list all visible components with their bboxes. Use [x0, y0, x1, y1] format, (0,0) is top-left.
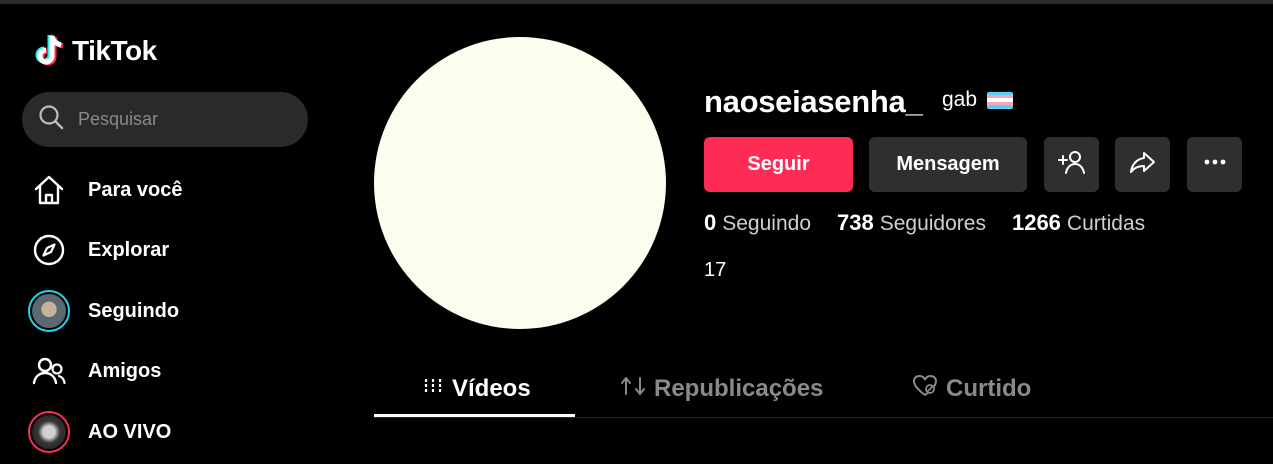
grid-icon [422, 375, 444, 404]
window-top-border [0, 0, 1273, 4]
profile-stats: 0 Seguindo 738 Seguidores 1266 Curtidas [704, 210, 1145, 236]
sidebar-item-seguindo[interactable]: Seguindo [28, 289, 308, 333]
search-bar[interactable] [22, 92, 308, 147]
more-options-button[interactable] [1187, 137, 1242, 192]
tab-label: Curtido [946, 375, 1032, 402]
sidebar-item-label: Seguindo [88, 299, 180, 322]
following-stat[interactable]: 0 Seguindo [704, 210, 811, 236]
nickname-text: gab [942, 88, 978, 111]
sidebar-item-ao-vivo[interactable]: AO VIVO [28, 410, 308, 454]
tab-label: Vídeos [452, 375, 531, 402]
share-icon [1128, 147, 1158, 183]
likes-count: 1266 [1011, 210, 1061, 235]
followers-label: Seguidores [879, 212, 986, 235]
following-label: Seguindo [722, 212, 811, 235]
live-avatar [28, 411, 70, 453]
sidebar-item-label: Explorar [88, 238, 170, 261]
profile-nickname: gab [942, 88, 1014, 112]
compass-icon [28, 229, 70, 271]
likes-stat: 1266 Curtidas [1012, 210, 1145, 236]
sidebar-item-label: Amigos [88, 359, 162, 382]
tiktok-note-icon [32, 32, 68, 70]
active-tab-indicator [374, 414, 575, 417]
tiktok-logo[interactable]: TikTok [32, 32, 157, 70]
following-count: 0 [704, 210, 717, 235]
heart-hidden-icon [912, 374, 938, 405]
friends-icon [28, 350, 70, 392]
add-user-icon [1057, 147, 1087, 183]
repost-icon [620, 374, 646, 405]
profile-username: naoseiasenha_ [704, 84, 923, 119]
share-button[interactable] [1115, 137, 1170, 192]
tab-videos[interactable]: Vídeos [422, 360, 531, 418]
logo-text: TikTok [72, 35, 157, 66]
trans-flag-emoji [987, 91, 1014, 109]
sidebar-item-label: AO VIVO [88, 420, 172, 443]
sidebar-item-explorar[interactable]: Explorar [28, 228, 308, 272]
followers-stat[interactable]: 738 Seguidores [837, 210, 986, 236]
search-input[interactable] [78, 109, 278, 130]
message-button[interactable]: Mensagem [869, 137, 1027, 192]
profile-bio: 17 [704, 259, 727, 281]
more-horizontal-icon [1200, 147, 1230, 183]
tab-republicacoes[interactable]: Republicações [620, 360, 823, 418]
tab-curtido[interactable]: Curtido [912, 360, 1031, 418]
sidebar-item-amigos[interactable]: Amigos [28, 349, 308, 393]
sidebar-item-label: Para você [88, 178, 183, 201]
sidebar-item-para-voce[interactable]: Para você [28, 168, 308, 212]
avatar [28, 290, 70, 332]
tab-label: Republicações [654, 375, 824, 402]
follow-button[interactable]: Seguir [704, 137, 853, 192]
likes-label: Curtidas [1066, 212, 1146, 235]
followers-count: 738 [837, 210, 874, 235]
profile-avatar[interactable] [374, 37, 666, 329]
profile-tabs: Vídeos Republicações Curtido [374, 360, 1273, 418]
home-icon [28, 169, 70, 211]
add-friend-button[interactable] [1044, 137, 1099, 192]
search-icon [38, 104, 64, 135]
